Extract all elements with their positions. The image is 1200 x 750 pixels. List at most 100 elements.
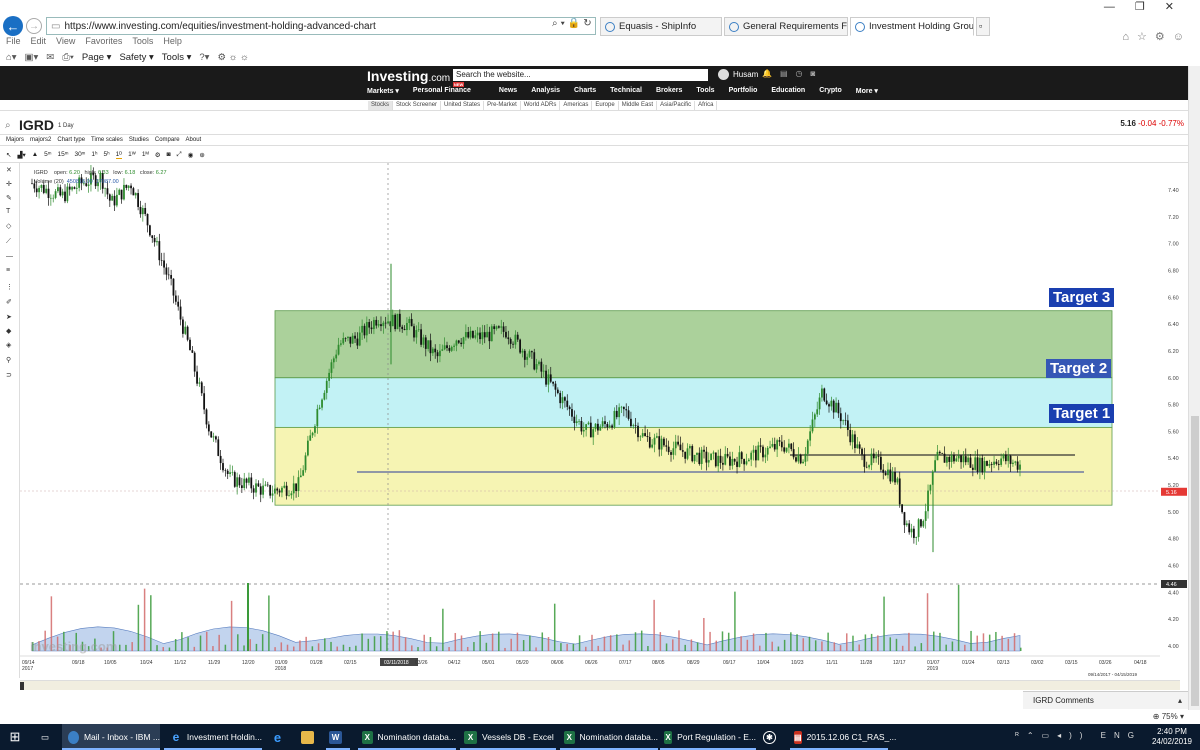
- fullscreen-icon[interactable]: ⤢: [177, 151, 182, 159]
- scrollbar-thumb[interactable]: [1191, 416, 1199, 706]
- interval-1h[interactable]: 1ʰ: [91, 151, 97, 158]
- nav-education[interactable]: Education: [771, 87, 805, 95]
- candles-icon[interactable]: ▟▾: [17, 151, 25, 159]
- home-icon[interactable]: ⌂▾: [6, 52, 17, 63]
- menu-edit[interactable]: Edit: [31, 36, 47, 48]
- camera-icon[interactable]: ◙: [167, 151, 171, 158]
- brush-icon[interactable]: ✐: [6, 298, 12, 306]
- nav-charts[interactable]: Charts: [574, 87, 596, 95]
- nav-personal-finance[interactable]: Personal Finance NEW: [413, 82, 485, 95]
- subnav-stocks[interactable]: Stocks: [368, 101, 394, 110]
- taskbar-app-excel[interactable]: X Vessels DB - Excel: [460, 724, 556, 750]
- nav-brokers[interactable]: Brokers: [656, 87, 682, 95]
- taskbar-app-excel[interactable]: X Nomination databa...: [358, 724, 456, 750]
- chart-menu-majors[interactable]: Majors: [6, 137, 24, 143]
- menu-tools[interactable]: Tools: [132, 36, 153, 48]
- menu-file[interactable]: File: [6, 36, 21, 48]
- addon-icons[interactable]: ⚙ ☼ ☼: [217, 52, 248, 63]
- forward-button[interactable]: →: [26, 18, 42, 34]
- chart-menu-majors2[interactable]: majors2: [30, 137, 51, 143]
- interval-1d[interactable]: 1ᴰ: [115, 151, 123, 159]
- interval-5h[interactable]: 5ʰ: [104, 151, 110, 158]
- site-logo[interactable]: Investing.com: [367, 68, 450, 84]
- browser-tab-active[interactable]: Investment Holding Group ... ✕: [850, 17, 974, 36]
- chart-menu-time-scales[interactable]: Time scales: [91, 137, 123, 143]
- comments-panel-tab[interactable]: IGRD Comments ▴: [1023, 691, 1188, 709]
- chart-navigator[interactable]: [20, 680, 1180, 690]
- chart-menu-about[interactable]: About: [186, 137, 202, 143]
- trendline-icon[interactable]: ⟋: [6, 238, 11, 246]
- feeds-icon[interactable]: ▣▾: [25, 52, 39, 63]
- subnav-americas[interactable]: Americas: [560, 101, 593, 110]
- print-icon[interactable]: ⎙▾: [62, 52, 74, 63]
- symbol-search-icon[interactable]: ⌕: [5, 120, 11, 131]
- chart-menu-compare[interactable]: Compare: [155, 137, 180, 143]
- interval-15m[interactable]: 15ᵐ: [58, 151, 69, 158]
- mountain-icon[interactable]: ▲: [32, 151, 38, 158]
- task-view-button[interactable]: ▭: [30, 724, 60, 750]
- cursor-icon[interactable]: ↖: [6, 151, 11, 159]
- marker-icon[interactable]: ◆: [6, 327, 11, 335]
- nav-more[interactable]: More ▾: [856, 87, 878, 95]
- mail-icon[interactable]: ✉: [46, 52, 54, 63]
- interval-1w[interactable]: 1ᵂ: [128, 151, 136, 158]
- subnav-asia-pacific[interactable]: Asia/Pacific: [657, 101, 696, 110]
- browser-tab[interactable]: General Requirements For Utili...: [724, 17, 848, 36]
- subnav-africa[interactable]: Africa: [695, 101, 718, 110]
- chart-menu-chart-type[interactable]: Chart type: [57, 137, 85, 143]
- menu-help[interactable]: Help: [163, 36, 182, 48]
- browser-tab[interactable]: Equasis - ShipInfo: [600, 17, 722, 36]
- nav-news[interactable]: News: [499, 87, 517, 95]
- subnav-united-states[interactable]: United States: [441, 101, 485, 110]
- settings-icon[interactable]: ⚙: [155, 151, 161, 159]
- crosshair-icon[interactable]: ✛: [6, 180, 12, 188]
- help-icon[interactable]: ?▾: [199, 52, 209, 63]
- taskbar-app-edge[interactable]: e: [268, 724, 292, 750]
- nav-crypto[interactable]: Crypto: [819, 87, 842, 95]
- subnav-europe[interactable]: Europe: [592, 101, 619, 110]
- interval-5m[interactable]: 5ᵐ: [44, 151, 51, 158]
- hline-icon[interactable]: —: [6, 253, 13, 260]
- page-scrollbar[interactable]: [1188, 66, 1200, 710]
- zoom-level[interactable]: ⊕ 75% ▾: [1153, 712, 1184, 721]
- taskbar-app-excel[interactable]: X Nomination databa...: [560, 724, 658, 750]
- eye-icon[interactable]: ◉: [188, 151, 194, 159]
- window-controls[interactable]: —❐✕: [1104, 0, 1194, 13]
- new-tab-button[interactable]: ▫: [976, 17, 990, 36]
- taskbar-app-ie[interactable]: e Investment Holdin...: [164, 724, 262, 750]
- subnav-middle-east[interactable]: Middle East: [619, 101, 658, 110]
- chart-canvas[interactable]: 7.40 7.20 7.00 6.80 6.60 6.40 6.20 6.00 5.80 5.60…: [20, 163, 1188, 678]
- subnav-world-adrs[interactable]: World ADRs: [521, 101, 561, 110]
- address-bar[interactable]: ▭ https://www.investing.com/equities/inv…: [46, 17, 596, 35]
- taskbar-app-explorer[interactable]: [298, 724, 322, 750]
- safety-menu[interactable]: Safety ▾: [119, 52, 153, 63]
- nav-tools[interactable]: Tools: [696, 87, 714, 95]
- taskbar-app-pdf[interactable]: ▤ 2015.12.06 C1_RAS_...: [790, 724, 896, 750]
- system-tray[interactable]: ᴿ⌃▭◂)) ENG: [1015, 731, 1142, 740]
- interval-30m[interactable]: 30ᵐ: [74, 151, 85, 158]
- user-menu[interactable]: Husam: [718, 69, 758, 80]
- nav-analysis[interactable]: Analysis: [531, 87, 560, 95]
- nav-technical[interactable]: Technical: [610, 87, 642, 95]
- price-chart[interactable]: 7.40 7.20 7.00 6.80 6.60 6.40 6.20 6.00 5.80 5.60…: [20, 163, 1188, 678]
- navigator-handle[interactable]: [20, 682, 24, 690]
- chart-menu-studies[interactable]: Studies: [129, 137, 149, 143]
- fib-icon[interactable]: ⋮: [6, 283, 13, 291]
- menu-favorites[interactable]: Favorites: [85, 36, 122, 48]
- start-button[interactable]: ⊞: [0, 724, 30, 750]
- measure-icon[interactable]: ⚲: [6, 356, 11, 364]
- site-search-input[interactable]: Search the website...: [453, 69, 708, 81]
- shapes-icon[interactable]: ◇: [6, 222, 11, 230]
- nav-portfolio[interactable]: Portfolio: [729, 87, 758, 95]
- text-icon[interactable]: T: [6, 208, 10, 215]
- taskbar-app-mail[interactable]: Mail - Inbox - IBM ...: [62, 724, 160, 750]
- subnav-stock-screener[interactable]: Stock Screener: [393, 101, 442, 110]
- tools-menu[interactable]: Tools ▾: [162, 52, 192, 63]
- back-button[interactable]: ←: [3, 16, 23, 36]
- subnav-pre-market[interactable]: Pre-Market: [484, 101, 521, 110]
- close-icon[interactable]: ✕: [6, 166, 12, 174]
- nav-markets[interactable]: Markets ▾: [367, 87, 399, 95]
- channel-icon[interactable]: ≡: [6, 267, 10, 274]
- taskbar-app-word[interactable]: W: [326, 724, 350, 750]
- magnet-icon[interactable]: ⊃: [6, 371, 12, 379]
